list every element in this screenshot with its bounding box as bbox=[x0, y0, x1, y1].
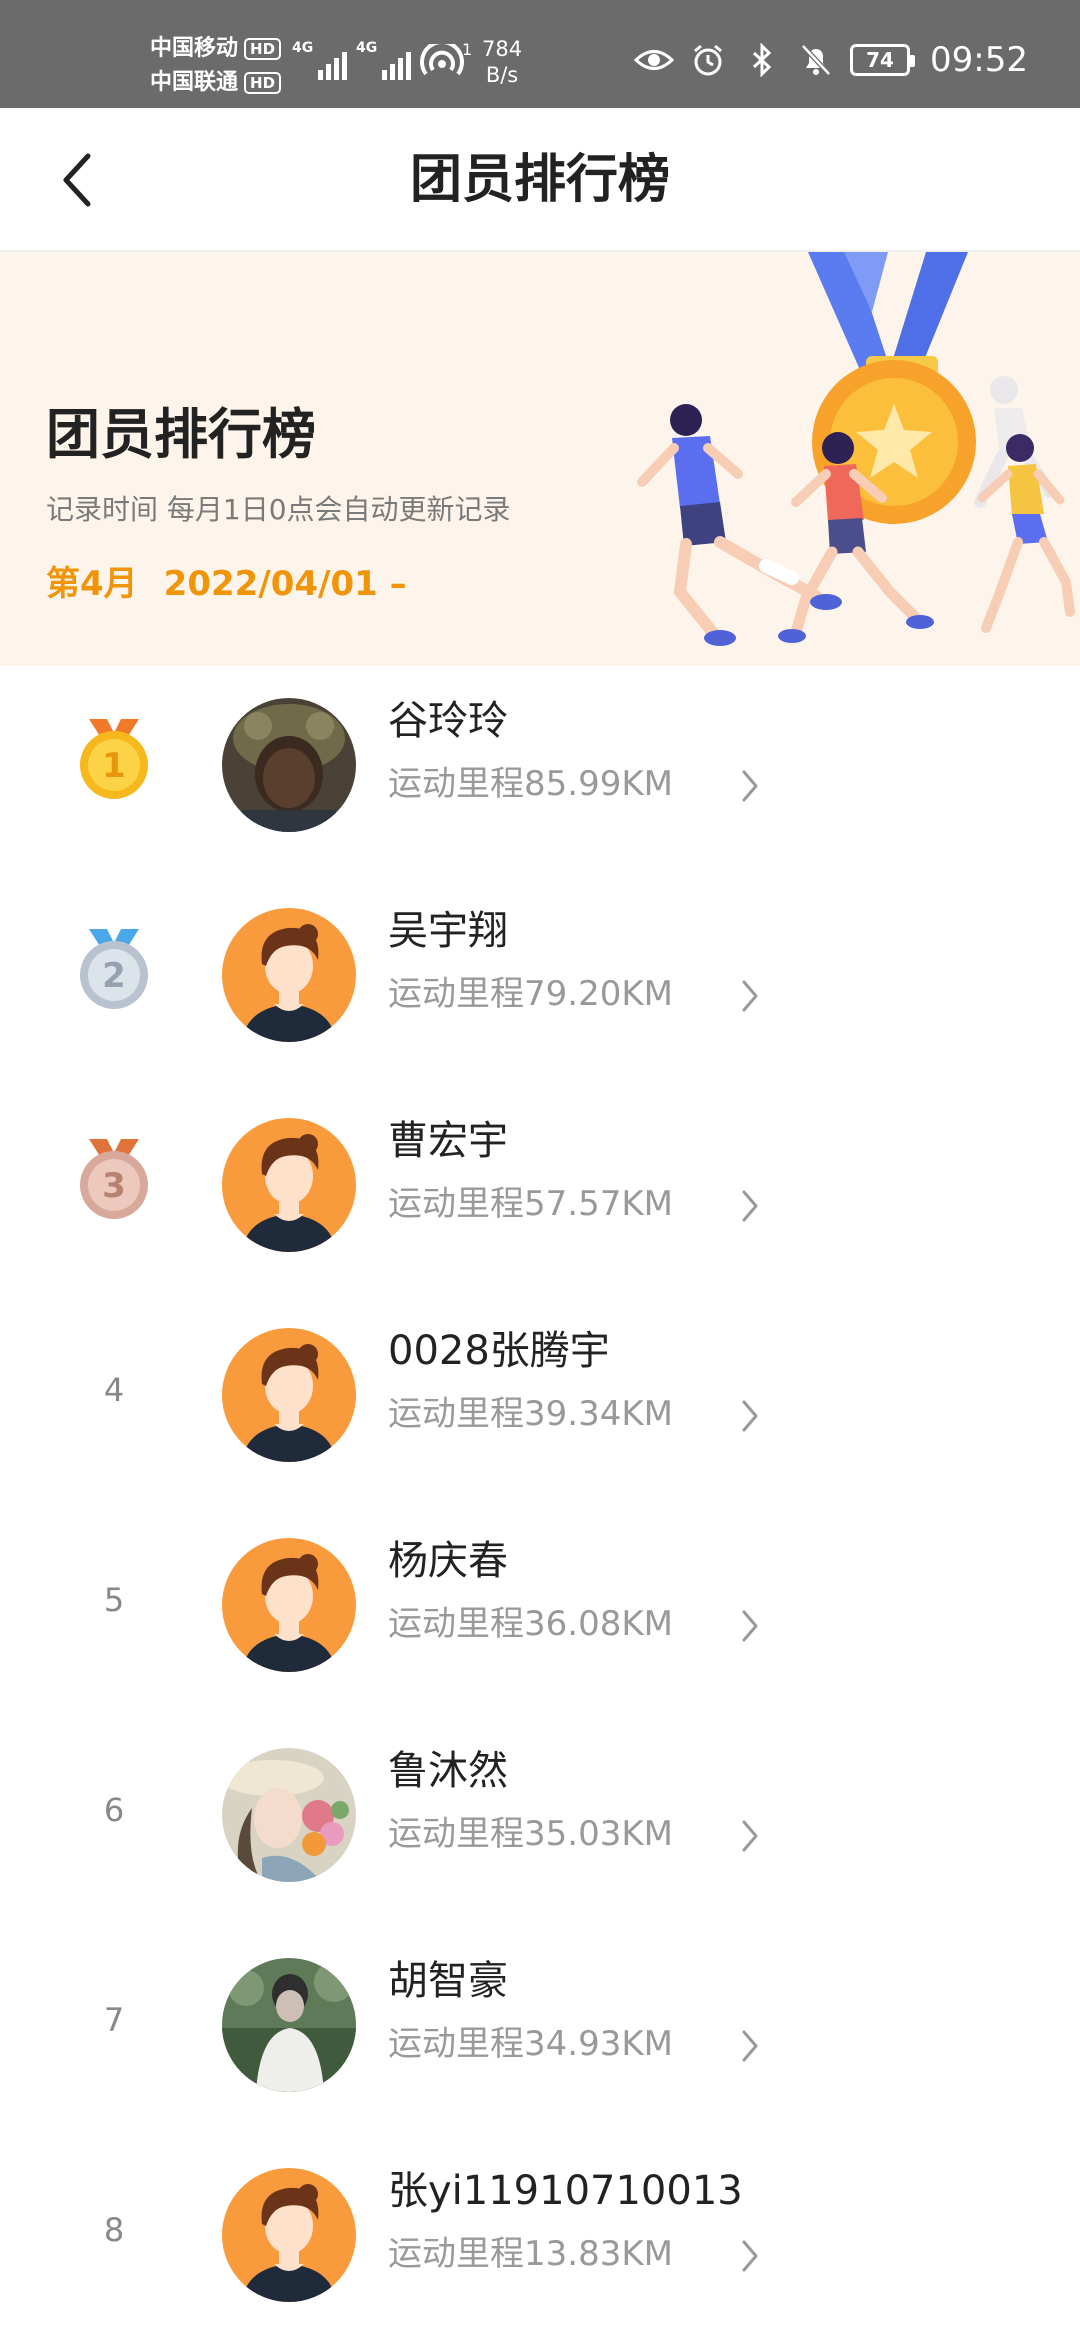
leaderboard-row[interactable]: 1 谷玲玲 运动里程85.99KM bbox=[0, 666, 1080, 876]
member-name: 胡智豪 bbox=[388, 1958, 508, 2004]
carrier-2: 中国联通 bbox=[150, 70, 239, 95]
silver-medal-icon: 2 bbox=[60, 916, 168, 1024]
chevron-right-icon bbox=[730, 1816, 770, 1856]
chevron-right-icon bbox=[730, 976, 770, 1016]
member-mileage: 运动里程35.03KM bbox=[388, 1814, 673, 1854]
navigation-bar: 团员排行榜 bbox=[0, 108, 1080, 252]
carrier-1: 中国移动 bbox=[150, 36, 239, 61]
leaderboard-row[interactable]: 2 吴宇翔 运动里程79.20KM bbox=[0, 876, 1080, 1086]
default-avatar[interactable] bbox=[222, 1118, 356, 1252]
member-mileage: 运动里程13.83KM bbox=[388, 2234, 673, 2274]
leaderboard-row[interactable]: 6 鲁沐然 运动里程35.03KM bbox=[0, 1716, 1080, 1926]
signal-icon: 4G bbox=[292, 40, 348, 80]
member-mileage: 运动里程57.57KM bbox=[388, 1184, 673, 1224]
hotspot-icon: 1 bbox=[420, 40, 476, 80]
rank-number: 8 bbox=[103, 2211, 125, 2249]
chevron-right-icon bbox=[730, 1606, 770, 1646]
battery-icon: 74 bbox=[850, 44, 916, 76]
period-selector[interactable]: 第4月 2022/04/01 – bbox=[46, 562, 407, 606]
mute-bell-icon bbox=[796, 43, 836, 77]
member-name: 杨庆春 bbox=[388, 1538, 508, 1584]
rank-number: 6 bbox=[103, 1791, 125, 1829]
page-title: 团员排行榜 bbox=[409, 150, 670, 210]
period-date-range: 2022/04/01 – bbox=[163, 564, 407, 604]
carrier-info: 中国移动 HD 中国联通 HD bbox=[150, 32, 282, 100]
hotspot-count: 1 bbox=[462, 40, 473, 59]
hd-badge: HD bbox=[244, 38, 282, 60]
clock: 09:52 bbox=[930, 40, 1028, 80]
signal-icon: 4G bbox=[356, 40, 412, 80]
battery-level: 74 bbox=[866, 48, 894, 72]
banner-title: 团员排行榜 bbox=[46, 403, 316, 466]
bronze-medal-icon: 3 bbox=[60, 1126, 168, 1234]
avatar[interactable] bbox=[222, 698, 356, 832]
member-name: 张yi11910710013 bbox=[388, 2168, 743, 2214]
chevron-right-icon bbox=[730, 766, 770, 806]
bluetooth-icon bbox=[742, 43, 782, 77]
svg-text:2: 2 bbox=[102, 956, 126, 996]
banner-description: 记录时间 每月1日0点会自动更新记录 bbox=[46, 493, 511, 526]
rank-number: 4 bbox=[103, 1371, 125, 1409]
period-month: 第4月 bbox=[46, 564, 138, 604]
default-avatar[interactable] bbox=[222, 2168, 356, 2302]
chevron-right-icon bbox=[730, 2026, 770, 2066]
member-name: 吴宇翔 bbox=[388, 908, 508, 954]
member-mileage: 运动里程34.93KM bbox=[388, 2024, 673, 2064]
default-avatar[interactable] bbox=[222, 1538, 356, 1672]
svg-text:3: 3 bbox=[102, 1166, 126, 1206]
member-name: 曹宏宇 bbox=[388, 1118, 508, 1164]
member-name: 谷玲玲 bbox=[388, 698, 508, 744]
member-name: 0028张腾宇 bbox=[388, 1328, 610, 1374]
chevron-right-icon bbox=[730, 1186, 770, 1226]
leaderboard-row[interactable]: 3 曹宏宇 运动里程57.57KM bbox=[0, 1086, 1080, 1296]
avatar[interactable] bbox=[222, 1748, 356, 1882]
member-mileage: 运动里程85.99KM bbox=[388, 764, 673, 804]
runners-medal-illustration bbox=[637, 252, 1075, 646]
chevron-right-icon bbox=[730, 1396, 770, 1436]
leaderboard-banner: 团员排行榜 记录时间 每月1日0点会自动更新记录 第4月 2022/04/01 … bbox=[0, 252, 1080, 666]
default-avatar[interactable] bbox=[222, 908, 356, 1042]
rank-number: 5 bbox=[103, 1581, 125, 1619]
status-icons: 74 09:52 bbox=[634, 40, 1028, 80]
leaderboard-row[interactable]: 7 胡智豪 运动里程34.93KM bbox=[0, 1926, 1080, 2136]
hd-badge: HD bbox=[244, 72, 282, 94]
member-mileage: 运动里程36.08KM bbox=[388, 1604, 673, 1644]
leaderboard-row[interactable]: 8 张yi11910710013 运动里程13.83KM bbox=[0, 2136, 1080, 2340]
member-mileage: 运动里程39.34KM bbox=[388, 1394, 673, 1434]
svg-text:1: 1 bbox=[102, 746, 126, 786]
leaderboard-row[interactable]: 5 杨庆春 运动里程36.08KM bbox=[0, 1506, 1080, 1716]
default-avatar[interactable] bbox=[222, 1328, 356, 1462]
gold-medal-icon: 1 bbox=[60, 706, 168, 814]
status-bar: 中国移动 HD 中国联通 HD 4G 4G 1 784 B/s 74 09:52 bbox=[0, 0, 1080, 108]
chevron-right-icon bbox=[730, 2236, 770, 2276]
network-speed: 784 B/s bbox=[482, 37, 523, 87]
eye-icon bbox=[634, 43, 675, 77]
leaderboard-row[interactable]: 4 0028张腾宇 运动里程39.34KM bbox=[0, 1296, 1080, 1506]
avatar[interactable] bbox=[222, 1958, 356, 2092]
alarm-icon bbox=[688, 43, 728, 77]
rank-number: 7 bbox=[103, 2001, 125, 2039]
member-name: 鲁沐然 bbox=[388, 1748, 508, 1794]
member-mileage: 运动里程79.20KM bbox=[388, 974, 673, 1014]
leaderboard-list: 1 谷玲玲 运动里程85.99KM 2 吴宇翔 运动里程79.20KM 3 曹宏… bbox=[0, 666, 1080, 2340]
